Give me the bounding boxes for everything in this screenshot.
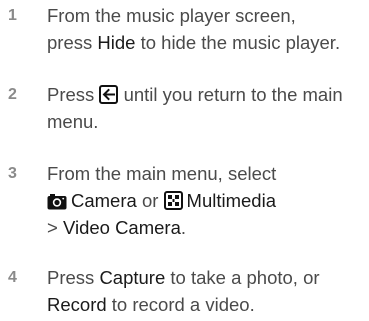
text-segment: Press xyxy=(47,84,100,105)
step-line: Record to record a video. xyxy=(47,291,369,318)
step-line: From the main menu, select xyxy=(47,160,369,187)
step-number: 4 xyxy=(8,269,17,286)
keyword-capture: Capture xyxy=(99,267,166,288)
text-segment: . xyxy=(180,217,187,238)
step-text: From the music player screen, press Hide… xyxy=(47,2,369,56)
text-segment: to hide the music player. xyxy=(135,32,341,53)
step-line: Press until you return to the main xyxy=(47,81,369,108)
step-text: Press until you return to the main menu. xyxy=(47,81,369,135)
step-line: menu. xyxy=(47,108,369,135)
multimedia-icon xyxy=(163,191,183,210)
text-segment: > xyxy=(47,217,63,238)
step-number: 1 xyxy=(8,7,17,24)
keyword-hide: Hide xyxy=(97,32,136,53)
step-line: > Video Camera. xyxy=(47,214,369,241)
text-segment: to record a video. xyxy=(106,294,255,315)
step-line: Press Capture to take a photo, or xyxy=(47,264,369,291)
step-line-text: From the music player screen, xyxy=(47,5,296,26)
back-key-icon xyxy=(99,85,119,104)
text-segment: Press xyxy=(47,267,100,288)
step-number: 2 xyxy=(8,86,17,103)
step-line-text: From the main menu, select xyxy=(47,163,277,184)
instruction-steps: 1 From the music player screen, press Hi… xyxy=(0,0,369,321)
step-text: Press Capture to take a photo, or Record… xyxy=(47,264,369,318)
step-line: From the music player screen, xyxy=(47,2,369,29)
text-segment: until you return to the main xyxy=(118,84,343,105)
step-line: Camera or Multimedia xyxy=(47,187,369,214)
step-text: From the main menu, select Camera or Mul… xyxy=(47,160,369,241)
step-line: press Hide to hide the music player. xyxy=(47,29,369,56)
keyword-multimedia: Multimedia xyxy=(186,190,276,211)
text-segment: press xyxy=(47,32,98,53)
camera-icon xyxy=(47,194,67,210)
keyword-camera: Camera xyxy=(71,190,137,211)
keyword-video-camera: Video Camera xyxy=(62,217,181,238)
step-number: 3 xyxy=(8,165,17,182)
text-segment: to take a photo, or xyxy=(165,267,320,288)
text-segment: or xyxy=(136,190,164,211)
keyword-record: Record xyxy=(47,294,107,315)
step-line-text: menu. xyxy=(47,111,99,132)
